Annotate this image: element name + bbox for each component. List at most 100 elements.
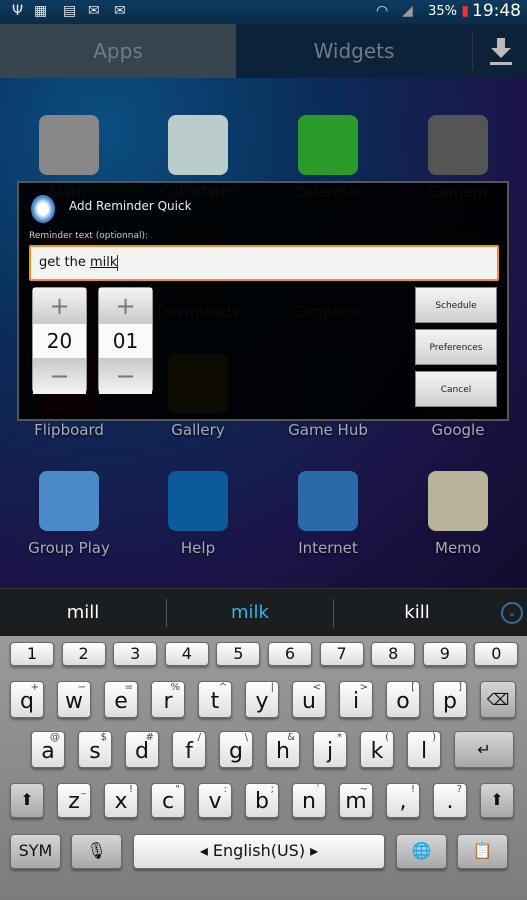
- key-label: 3: [130, 644, 141, 663]
- key-w[interactable]: w −: [57, 681, 91, 718]
- key-5[interactable]: 5: [216, 642, 261, 666]
- key-i[interactable]: i >: [339, 681, 373, 718]
- key-d[interactable]: d #: [125, 731, 159, 768]
- key-7[interactable]: 7: [319, 642, 364, 666]
- shift-key-left[interactable]: ⬆: [10, 783, 44, 818]
- alarm-clock-icon: [31, 195, 55, 223]
- tab-apps[interactable]: Apps: [0, 24, 236, 78]
- app-help[interactable]: Help: [138, 471, 258, 557]
- input-text: get the: [39, 255, 90, 270]
- key-secondary-label: $: [100, 732, 107, 743]
- app-memo[interactable]: Memo: [398, 471, 518, 557]
- key-secondary-label: :: [223, 784, 227, 795]
- key-label: ◂ English(US) ▸: [199, 841, 319, 860]
- key-6[interactable]: 6: [268, 642, 312, 666]
- key-secondary-label: _: [81, 784, 86, 795]
- key-label: 0: [491, 644, 502, 663]
- hour-value[interactable]: 20: [33, 324, 86, 358]
- key-f[interactable]: f /: [172, 731, 206, 768]
- key-2[interactable]: 2: [61, 642, 106, 666]
- composing-text: milk: [89, 255, 118, 270]
- suggestion-milk[interactable]: milk: [167, 589, 333, 637]
- shift-key-right[interactable]: ⬆: [480, 783, 514, 818]
- hour-decrement-button[interactable]: −: [33, 358, 86, 394]
- sym-key[interactable]: SYM: [10, 834, 61, 869]
- key-b[interactable]: b;: [245, 783, 279, 818]
- clock: 19:48: [472, 1, 521, 21]
- schedule-button[interactable]: Schedule: [415, 287, 497, 323]
- app-label: Google: [431, 421, 485, 439]
- key-label: 1: [26, 644, 38, 663]
- minute-increment-button[interactable]: +: [99, 288, 152, 324]
- enter-key[interactable]: ↵: [454, 731, 514, 768]
- key-period[interactable]: .?: [433, 783, 467, 818]
- app-internet[interactable]: Internet: [268, 471, 388, 557]
- key-k[interactable]: k(: [360, 731, 394, 768]
- space-key[interactable]: ◂ English(US) ▸: [133, 834, 385, 869]
- key-1[interactable]: 1: [10, 642, 54, 666]
- suggestion-mill[interactable]: mill: [0, 589, 166, 637]
- key-e[interactable]: e =: [104, 681, 138, 718]
- voice-input-key[interactable]: 🎙: [71, 834, 122, 869]
- key-h[interactable]: h &: [266, 731, 300, 768]
- reminder-text-input[interactable]: get the milk: [29, 245, 499, 281]
- key-secondary-label: /: [197, 732, 201, 743]
- key-l[interactable]: l): [407, 731, 441, 768]
- email-icon: ✉: [114, 3, 126, 19]
- key-a[interactable]: a @: [31, 731, 65, 768]
- key-secondary-label: ;: [270, 784, 274, 795]
- chevron-down-icon[interactable]: ⌄: [501, 602, 523, 624]
- key-p[interactable]: p]: [433, 681, 467, 718]
- key-label: SYM: [18, 841, 53, 860]
- battery-icon: ▮: [461, 3, 469, 19]
- hour-increment-button[interactable]: +: [33, 288, 86, 324]
- key-s[interactable]: s $: [78, 731, 112, 768]
- key-secondary-label: *: [337, 732, 342, 743]
- key-n[interactable]: n `: [292, 783, 326, 818]
- key-z[interactable]: z _: [57, 783, 91, 818]
- key-t[interactable]: t ^: [198, 681, 232, 718]
- tab-widgets[interactable]: Widgets: [236, 24, 472, 78]
- key-y[interactable]: y |: [245, 681, 279, 718]
- tab-bar: Apps Widgets: [0, 24, 527, 78]
- suggestion-kill[interactable]: kill: [334, 589, 500, 637]
- cancel-button[interactable]: Cancel: [415, 371, 497, 407]
- key-label: 4: [181, 644, 192, 663]
- key-0[interactable]: 0: [474, 642, 519, 666]
- key-secondary-label: \: [244, 732, 248, 743]
- key-g[interactable]: g \: [219, 731, 253, 768]
- add-reminder-dialog: Add Reminder Quick Reminder text (option…: [17, 181, 509, 421]
- key-label: ⬆: [20, 790, 34, 809]
- clipboard-key[interactable]: 📋: [457, 834, 508, 869]
- minute-decrement-button[interactable]: −: [99, 358, 152, 394]
- key-secondary-label: ~: [359, 784, 368, 795]
- backspace-key[interactable]: ⌫: [480, 681, 516, 718]
- key-secondary-label: `: [316, 784, 321, 795]
- key-j[interactable]: j *: [313, 731, 347, 768]
- key-v[interactable]: v:: [198, 783, 232, 818]
- key-c[interactable]: c ": [151, 783, 185, 818]
- key-9[interactable]: 9: [422, 642, 467, 666]
- camera-icon: [428, 115, 488, 175]
- key-u[interactable]: u <: [292, 681, 326, 718]
- key-secondary-label: ?: [456, 784, 462, 795]
- key-r[interactable]: r%: [151, 681, 185, 718]
- download-icon[interactable]: [489, 36, 513, 66]
- key-3[interactable]: 3: [113, 642, 158, 666]
- language-key[interactable]: 🌐: [396, 834, 447, 869]
- app-group-play[interactable]: Group Play: [9, 471, 129, 557]
- key-4[interactable]: 4: [164, 642, 209, 666]
- app-label: Memo: [435, 539, 481, 557]
- key-q[interactable]: q +: [10, 681, 44, 718]
- alarm-icon: [39, 115, 99, 175]
- preferences-button[interactable]: Preferences: [415, 329, 497, 365]
- gmail-icon: ✉: [88, 3, 100, 19]
- key-comma[interactable]: ,!: [386, 783, 420, 818]
- app-label: Help: [180, 539, 216, 557]
- key-8[interactable]: 8: [371, 642, 416, 666]
- key-x[interactable]: x!: [104, 783, 138, 818]
- key-o[interactable]: o[: [386, 681, 420, 718]
- key-m[interactable]: m ~: [339, 783, 373, 818]
- minute-value[interactable]: 01: [99, 324, 152, 358]
- internet-icon: [298, 471, 358, 531]
